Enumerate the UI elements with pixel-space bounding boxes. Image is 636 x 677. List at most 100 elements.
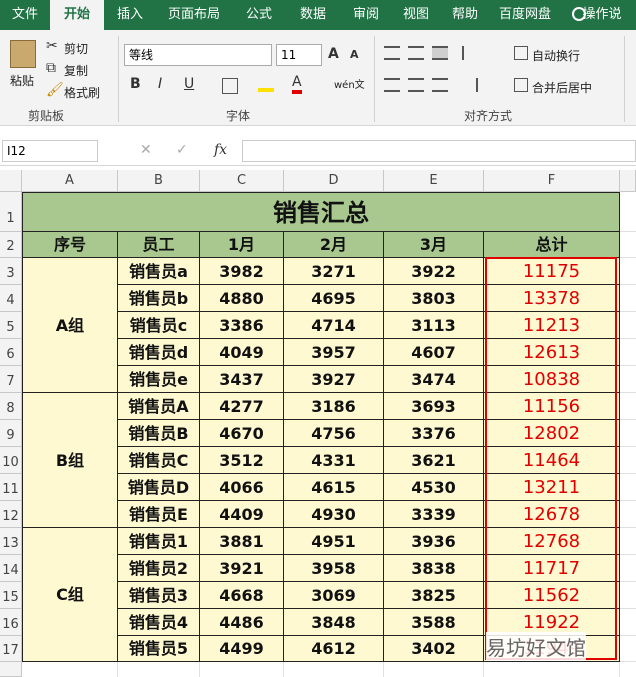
format-painter-button[interactable]: 格式刷: [64, 84, 100, 101]
employee-cell[interactable]: 销售员E: [118, 501, 200, 528]
empty-cell[interactable]: [284, 662, 384, 677]
name-box[interactable]: I12: [2, 140, 98, 162]
month-cell[interactable]: 3825: [384, 582, 484, 609]
menu-tab-0[interactable]: 文件: [0, 0, 50, 30]
menu-tab-5[interactable]: 数据: [286, 0, 340, 30]
total-cell[interactable]: 11175: [484, 258, 620, 285]
employee-cell[interactable]: 销售员D: [118, 474, 200, 501]
month-cell[interactable]: 3922: [384, 258, 484, 285]
table-header-1[interactable]: 员工: [118, 232, 200, 258]
orientation-icon[interactable]: [462, 46, 478, 60]
employee-cell[interactable]: 销售员B: [118, 420, 200, 447]
month-cell[interactable]: 3848: [284, 609, 384, 636]
month-cell[interactable]: 4670: [200, 420, 284, 447]
column-header-D[interactable]: D: [284, 170, 384, 192]
menu-tab-7[interactable]: 视图: [392, 0, 440, 30]
font-color-icon[interactable]: A: [292, 74, 302, 94]
total-cell[interactable]: 12678: [484, 501, 620, 528]
row-header-14[interactable]: 14: [0, 555, 22, 582]
month-cell[interactable]: 4756: [284, 420, 384, 447]
enter-icon[interactable]: ✓: [176, 142, 188, 158]
align-right-icon[interactable]: [432, 78, 448, 92]
empty-cell[interactable]: [620, 501, 636, 528]
month-cell[interactable]: 3376: [384, 420, 484, 447]
month-cell[interactable]: 3936: [384, 528, 484, 555]
underline-button[interactable]: U: [184, 76, 194, 92]
month-cell[interactable]: 4066: [200, 474, 284, 501]
month-cell[interactable]: 3921: [200, 555, 284, 582]
empty-cell[interactable]: [620, 258, 636, 285]
total-cell[interactable]: 12802: [484, 420, 620, 447]
row-header-8[interactable]: 8: [0, 393, 22, 420]
row-header-5[interactable]: 5: [0, 312, 22, 339]
empty-cell[interactable]: [620, 232, 636, 258]
total-cell[interactable]: 13211: [484, 474, 620, 501]
row-header-7[interactable]: 7: [0, 366, 22, 393]
month-cell[interactable]: 3621: [384, 447, 484, 474]
empty-cell[interactable]: [620, 474, 636, 501]
row-header-1[interactable]: 1: [0, 192, 22, 232]
month-cell[interactable]: 3838: [384, 555, 484, 582]
total-cell[interactable]: 13378: [484, 285, 620, 312]
formula-input[interactable]: [242, 140, 636, 162]
month-cell[interactable]: 3588: [384, 609, 484, 636]
empty-cell[interactable]: [620, 312, 636, 339]
shrink-font-icon[interactable]: A: [350, 48, 359, 61]
month-cell[interactable]: 3693: [384, 393, 484, 420]
menu-tab-2[interactable]: 插入: [104, 0, 156, 30]
merge-center-button[interactable]: 合并后居中: [532, 79, 592, 96]
month-cell[interactable]: 3113: [384, 312, 484, 339]
row-header-11[interactable]: 11: [0, 474, 22, 501]
total-cell[interactable]: 11717: [484, 555, 620, 582]
row-header-16[interactable]: 16: [0, 609, 22, 636]
total-cell[interactable]: 12613: [484, 339, 620, 366]
row-header-15[interactable]: 15: [0, 582, 22, 609]
month-cell[interactable]: 4880: [200, 285, 284, 312]
employee-cell[interactable]: 销售员5: [118, 636, 200, 662]
employee-cell[interactable]: 销售员4: [118, 609, 200, 636]
group-cell[interactable]: C组: [22, 528, 118, 662]
total-cell[interactable]: 11464: [484, 447, 620, 474]
empty-cell[interactable]: [620, 366, 636, 393]
month-cell[interactable]: 4607: [384, 339, 484, 366]
copy-icon[interactable]: ⧉: [46, 60, 56, 76]
column-header-empty[interactable]: [620, 170, 636, 192]
month-cell[interactable]: 4615: [284, 474, 384, 501]
total-cell[interactable]: 11156: [484, 393, 620, 420]
empty-cell[interactable]: [200, 662, 284, 677]
month-cell[interactable]: 4331: [284, 447, 384, 474]
menu-tab-1[interactable]: 开始: [50, 0, 104, 30]
employee-cell[interactable]: 销售员3: [118, 582, 200, 609]
menu-tab-4[interactable]: 公式: [232, 0, 286, 30]
insert-function-icon[interactable]: fx: [214, 142, 227, 158]
empty-cell[interactable]: [620, 582, 636, 609]
empty-cell[interactable]: [620, 420, 636, 447]
align-bottom-icon[interactable]: [432, 46, 448, 60]
italic-button[interactable]: I: [158, 76, 162, 92]
format-painter-icon[interactable]: 🖌: [46, 82, 64, 98]
empty-cell[interactable]: [620, 636, 636, 662]
wrap-text-button[interactable]: 自动换行: [532, 47, 580, 64]
month-cell[interactable]: 4695: [284, 285, 384, 312]
phonetic-icon[interactable]: wén文: [334, 76, 365, 91]
empty-cell[interactable]: [620, 393, 636, 420]
month-cell[interactable]: 4951: [284, 528, 384, 555]
month-cell[interactable]: 3927: [284, 366, 384, 393]
empty-cell[interactable]: [620, 447, 636, 474]
group-cell[interactable]: A组: [22, 258, 118, 393]
total-cell[interactable]: 11213: [484, 312, 620, 339]
merge-center-icon[interactable]: [514, 78, 528, 92]
cut-button[interactable]: 剪切: [64, 40, 88, 57]
font-size-select[interactable]: 11: [276, 44, 322, 66]
employee-cell[interactable]: 销售员c: [118, 312, 200, 339]
column-header-C[interactable]: C: [200, 170, 284, 192]
month-cell[interactable]: 3386: [200, 312, 284, 339]
cancel-icon[interactable]: ✕: [140, 142, 152, 158]
empty-cell[interactable]: [22, 662, 118, 677]
menu-tab-6[interactable]: 审阅: [340, 0, 392, 30]
row-header-6[interactable]: 6: [0, 339, 22, 366]
month-cell[interactable]: 3958: [284, 555, 384, 582]
month-cell[interactable]: 3069: [284, 582, 384, 609]
column-header-B[interactable]: B: [118, 170, 200, 192]
row-header-3[interactable]: 3: [0, 258, 22, 285]
